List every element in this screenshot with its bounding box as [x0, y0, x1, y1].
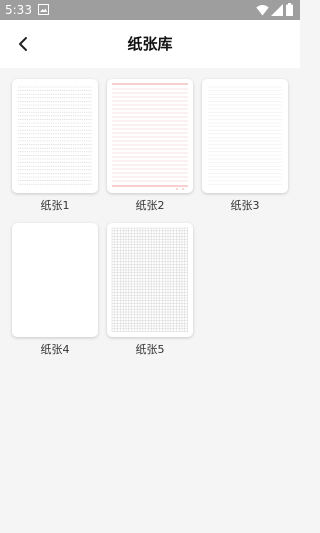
paper-label-3: 纸张3	[230, 199, 260, 212]
status-bar: 5:33	[0, 0, 300, 20]
battery-icon	[286, 3, 293, 16]
status-time: 5:33	[5, 3, 32, 17]
paper-label-5: 纸张5	[135, 343, 165, 356]
paper-preview-grid	[111, 227, 188, 332]
app-header: 纸张库	[0, 20, 300, 68]
chevron-left-icon[interactable]	[12, 32, 36, 56]
paper-preview-faint-lines	[208, 86, 282, 185]
paper-card-3[interactable]	[202, 79, 288, 193]
paper-preview-red-ruled	[112, 83, 188, 190]
paper-label-4: 纸张4	[40, 343, 70, 356]
paper-corner-mark	[182, 188, 184, 190]
paper-card-5[interactable]	[107, 223, 193, 337]
paper-card-4[interactable]	[12, 223, 98, 337]
signal-icon	[271, 4, 283, 16]
image-icon	[38, 4, 49, 15]
paper-label-1: 纸张1	[40, 199, 70, 212]
paper-corner-mark	[176, 188, 178, 190]
paper-card-1[interactable]	[12, 79, 98, 193]
paper-card-2[interactable]	[107, 79, 193, 193]
paper-preview-gray-lines	[18, 86, 92, 185]
paper-preview-blank	[12, 223, 98, 337]
page-title: 纸张库	[127, 35, 173, 53]
wifi-icon	[256, 5, 269, 16]
paper-label-2: 纸张2	[135, 199, 165, 212]
